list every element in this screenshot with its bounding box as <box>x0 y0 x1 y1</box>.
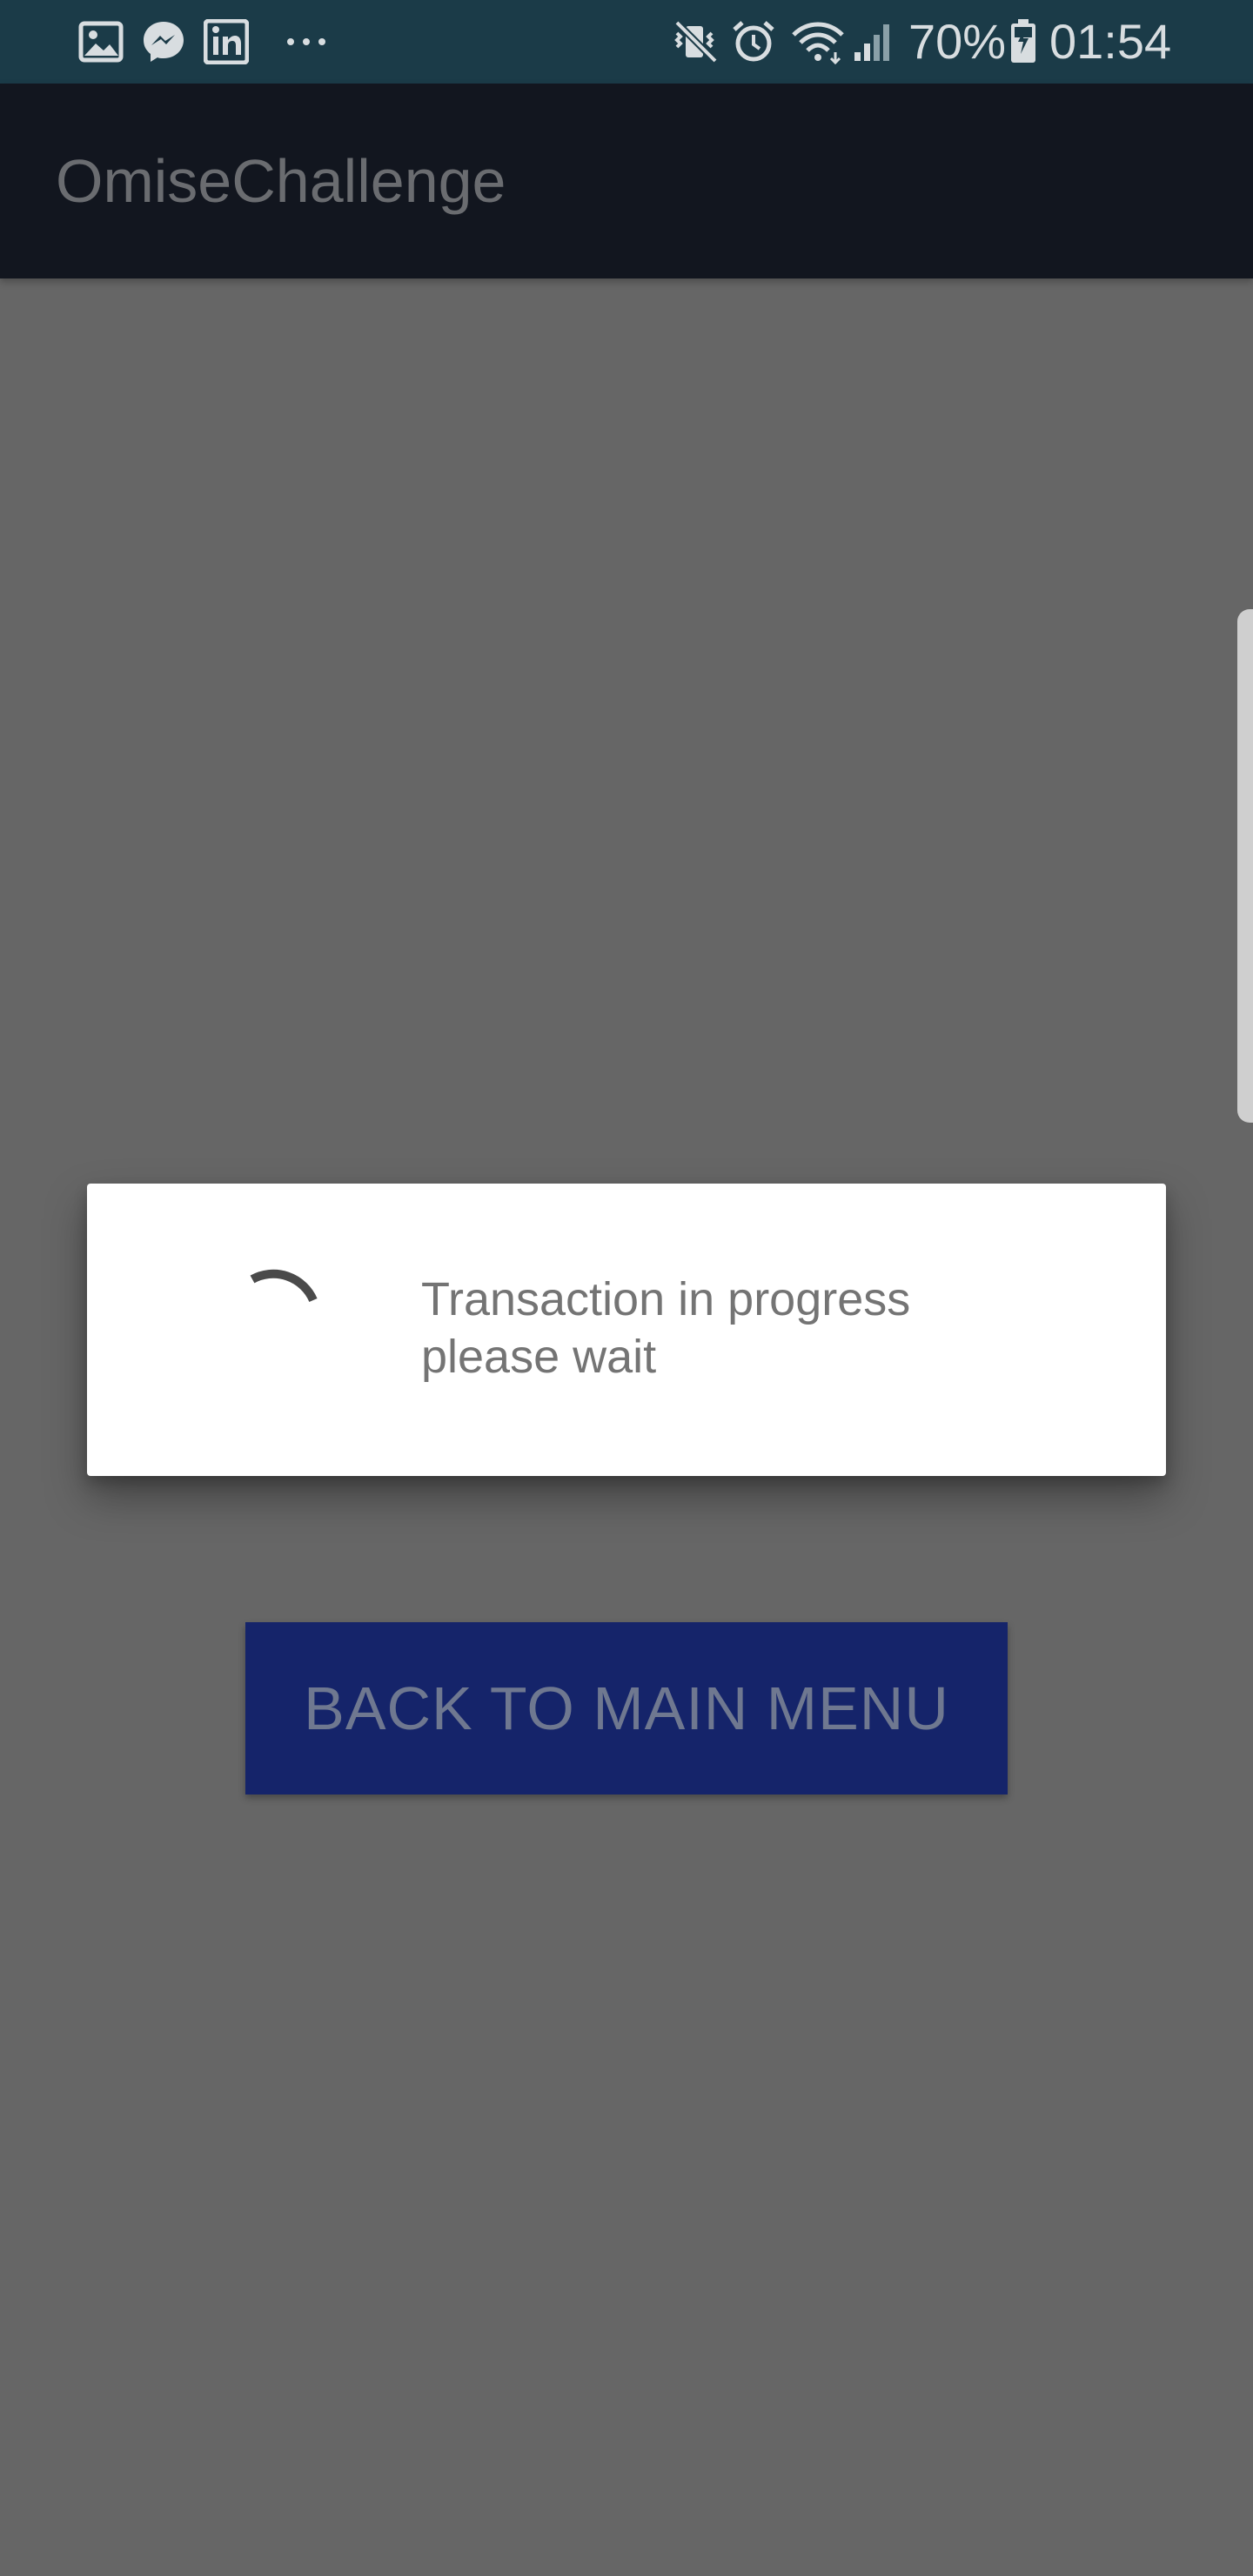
alarm-icon <box>731 19 776 64</box>
dialog-message-line2: please wait <box>421 1331 657 1383</box>
back-to-main-menu-button[interactable]: BACK TO MAIN MENU <box>245 1622 1008 1794</box>
linkedin-icon <box>204 19 249 64</box>
battery-charging-icon <box>1009 19 1037 64</box>
dialog-message: Transaction in progress please wait <box>421 1271 1117 1385</box>
progress-dialog: Transaction in progress please wait <box>87 1184 1166 1476</box>
vibrate-mute-icon <box>672 19 720 64</box>
messenger-icon <box>141 19 186 64</box>
app-title: OmiseChallenge <box>56 147 506 215</box>
signal-icon <box>853 19 896 64</box>
back-button-label: BACK TO MAIN MENU <box>304 1674 949 1742</box>
status-time: 01:54 <box>1049 14 1172 69</box>
more-dots-icon <box>284 19 329 64</box>
gallery-icon <box>78 19 124 64</box>
status-bar: 70% 01:54 <box>0 0 1253 84</box>
wifi-icon <box>790 19 846 64</box>
dialog-message-line1: Transaction in progress <box>421 1273 911 1325</box>
edge-panel-handle[interactable] <box>1237 609 1253 1123</box>
battery-percentage: 70% <box>908 14 1007 69</box>
app-bar: OmiseChallenge <box>0 84 1253 278</box>
loading-spinner-icon <box>250 1269 318 1303</box>
